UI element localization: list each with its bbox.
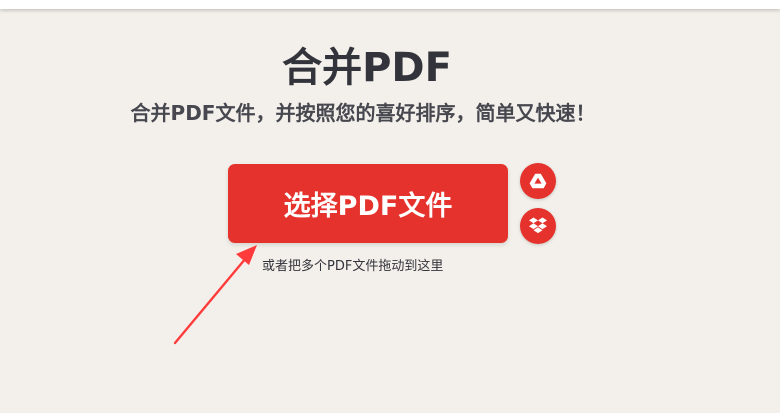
- annotation-arrow-head: [236, 245, 257, 265]
- annotation-arrow: [173, 245, 257, 345]
- annotation-arrow-shaft: [173, 256, 248, 345]
